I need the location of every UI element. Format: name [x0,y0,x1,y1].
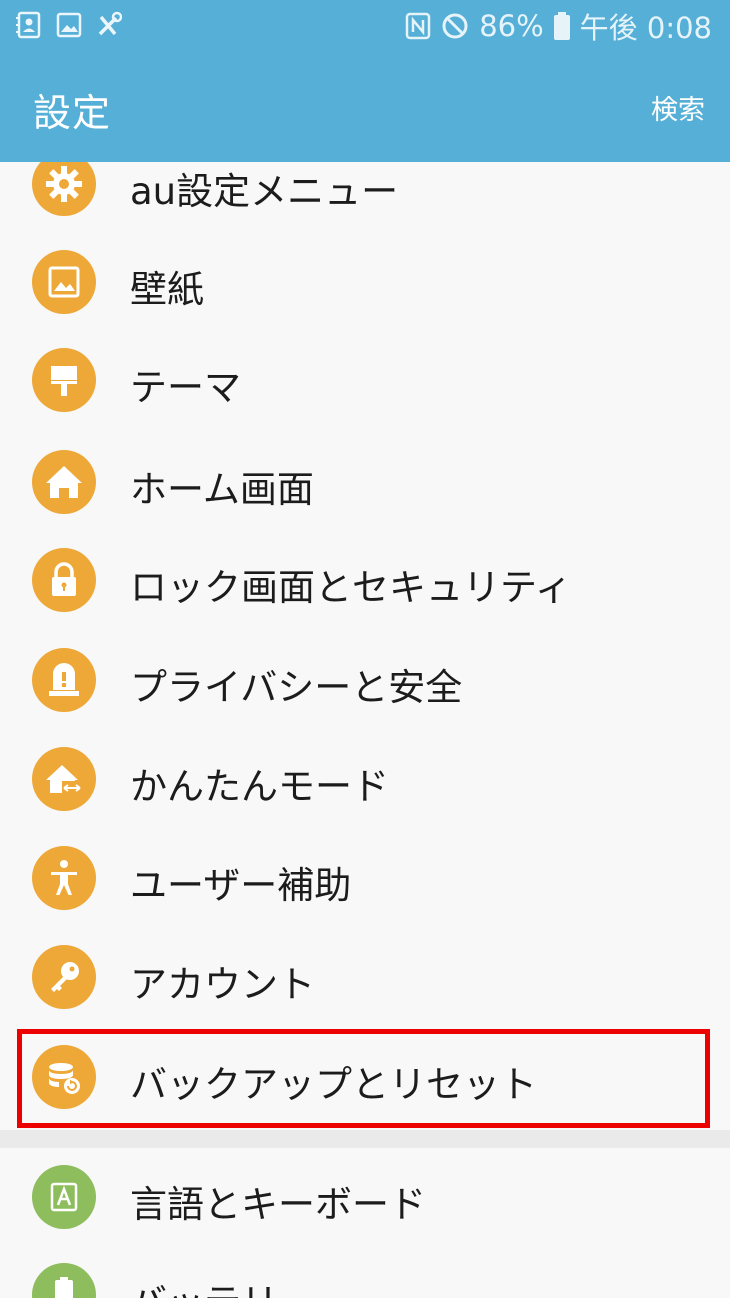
settings-item-label: au設定メニュー [130,170,399,213]
accessibility-icon [32,846,96,910]
settings-item-label: 壁紙 [130,268,204,311]
nfc-icon [405,12,431,40]
gallery-icon [56,12,82,38]
settings-item-accessibility[interactable]: ユーザー補助 [0,829,730,927]
easy-mode-icon [32,747,96,811]
settings-item-wallpaper[interactable]: 壁紙 [0,233,730,331]
settings-item-label: アカウント [130,963,315,1006]
battery-icon [553,12,570,40]
status-bar: 86% 午後 0:08 [0,0,730,52]
contacts-icon [16,11,41,39]
theme-brush-icon [32,348,96,412]
battery-percent: 86% [479,9,544,43]
settings-item-label: ユーザー補助 [130,864,352,907]
settings-item-label: かんたんモード [130,765,389,808]
settings-item-home-screen[interactable]: ホーム画面 [0,433,730,531]
settings-item-battery[interactable]: バッテリ [0,1246,730,1298]
settings-item-label: テーマ [130,366,241,409]
settings-item-theme[interactable]: テーマ [0,331,730,429]
page-title: 設定 [33,91,112,135]
settings-item-label: バッテリ [130,1272,278,1298]
settings-item-accounts[interactable]: アカウント [0,928,730,1026]
home-icon [32,450,96,514]
tools-icon [98,11,122,36]
search-button[interactable]: 検索 [651,88,705,127]
do-not-disturb-icon [442,13,468,39]
key-icon [32,945,96,1009]
settings-item-language-keyboard[interactable]: 言語とキーボード [0,1148,730,1246]
app-bar: 設定 検索 [0,52,730,162]
settings-item-label: 言語とキーボード [130,1183,426,1226]
settings-item-au-menu[interactable]: au設定メニュー [0,162,730,233]
wallpaper-icon [32,250,96,314]
settings-item-easy-mode[interactable]: かんたんモード [0,730,730,828]
settings-item-label: ロック画面とセキュリティ [130,566,572,609]
notification-icons [16,10,122,40]
status-icons: 86% 午後 0:08 [405,6,712,46]
battery-icon [32,1263,96,1298]
settings-item-label: プライバシーと安全 [130,666,463,709]
gear-icon [32,162,96,216]
highlight-frame [17,1029,710,1128]
settings-item-lock-screen-security[interactable]: ロック画面とセキュリティ [0,531,730,629]
settings-item-privacy-safety[interactable]: プライバシーと安全 [0,631,730,729]
language-icon [32,1165,96,1229]
lock-icon [32,548,96,612]
settings-item-label: ホーム画面 [130,468,314,511]
alert-light-icon [32,648,96,712]
section-divider [0,1130,730,1148]
clock: 午後 0:08 [579,11,712,45]
